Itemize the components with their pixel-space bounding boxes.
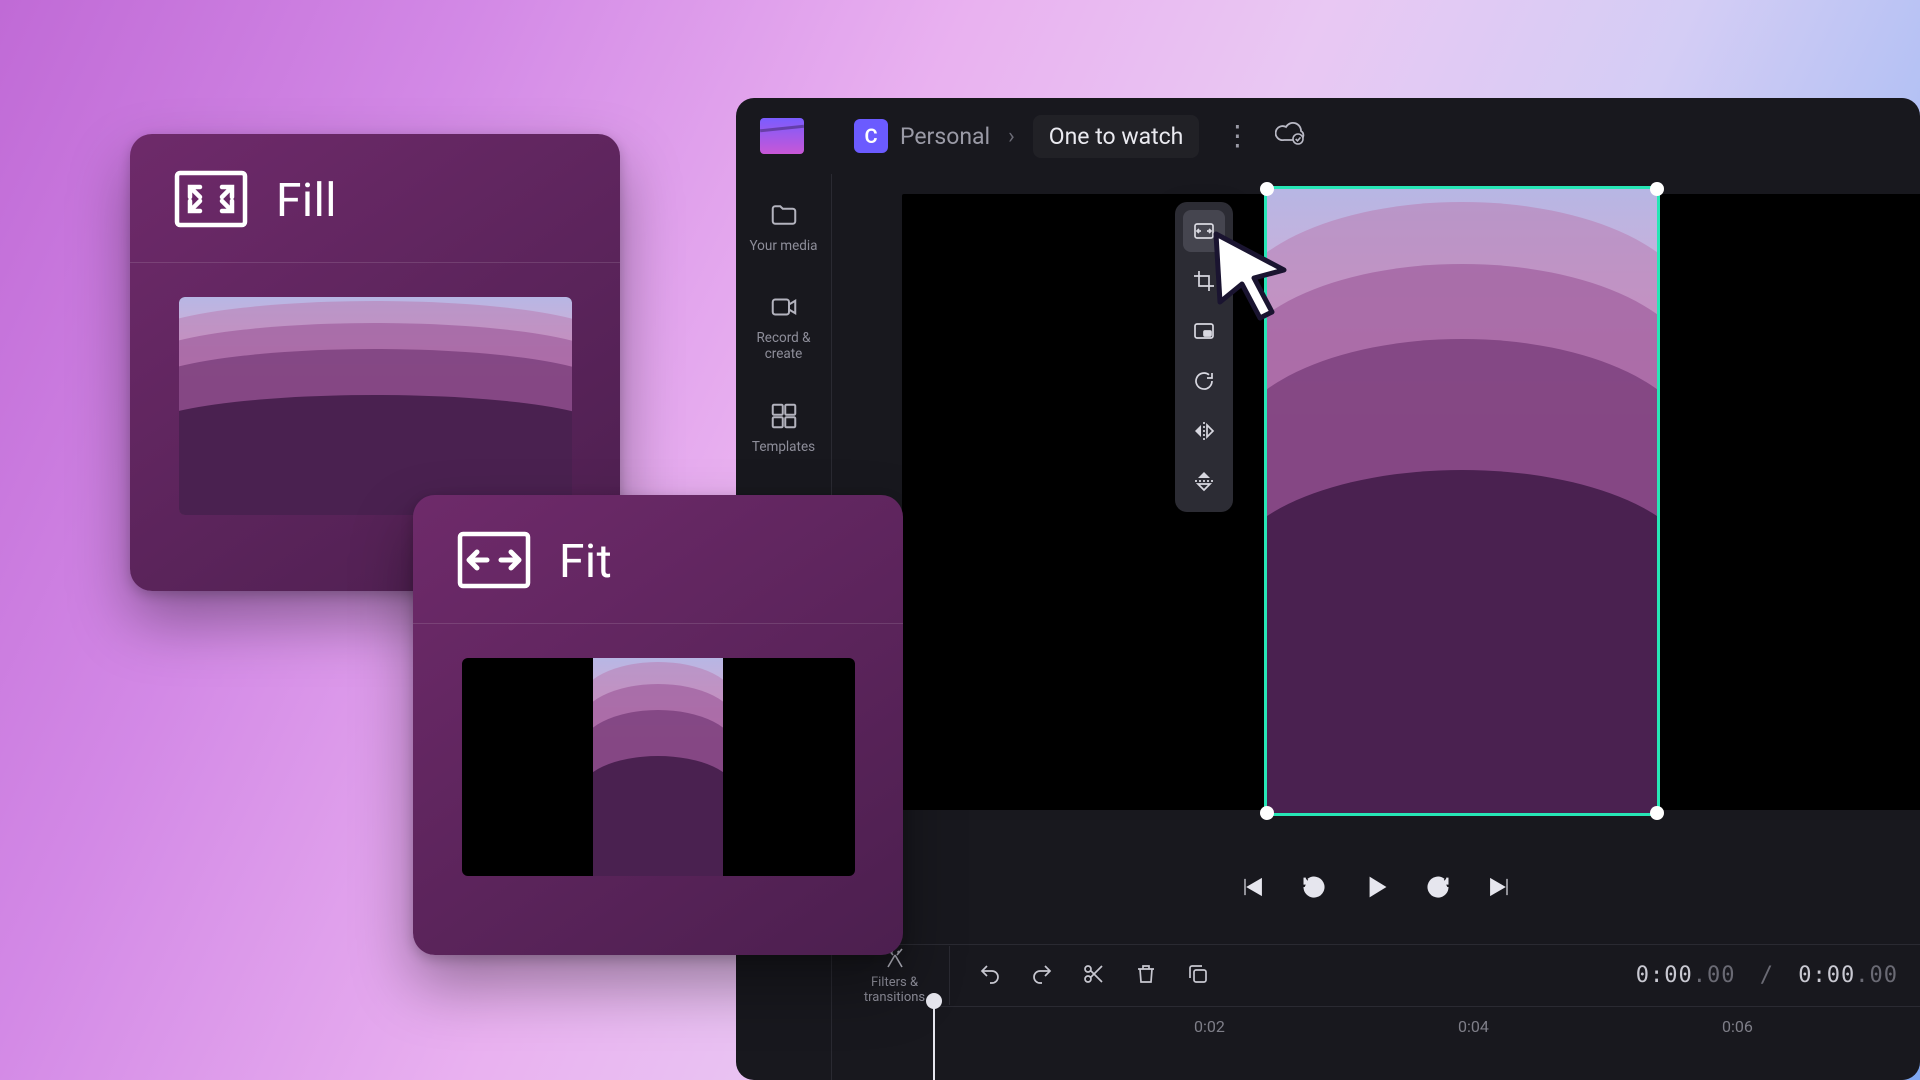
sidebar-item-your-media[interactable]: Your media (736, 182, 831, 274)
fill-preview-thumb (179, 297, 572, 515)
card-title: Fill (276, 174, 337, 228)
sidebar-item-label: Templates (752, 439, 815, 455)
resize-handle-bl[interactable] (1260, 806, 1274, 820)
skip-start-icon[interactable] (1238, 873, 1266, 905)
split-icon[interactable] (1082, 962, 1106, 990)
skip-end-icon[interactable] (1486, 873, 1514, 905)
time-readout: 0:00.00 / 0:00.00 (1636, 963, 1898, 988)
selected-clip[interactable] (1264, 186, 1660, 816)
editor-window: C Personal › One to watch ⋮ Your media R… (736, 98, 1920, 1080)
playhead[interactable] (933, 999, 935, 1080)
chevron-right-icon: › (1008, 124, 1015, 149)
tool-rotate[interactable] (1183, 360, 1225, 402)
sidebar-item-record-create[interactable]: Record & create (736, 274, 831, 382)
skip-back-icon[interactable] (1300, 873, 1328, 905)
card-title: Fit (559, 535, 612, 589)
duplicate-icon[interactable] (1186, 962, 1210, 990)
timeline-ruler[interactable]: 0:02 0:04 0:06 (928, 1006, 1920, 1052)
fill-expand-icon (174, 170, 248, 232)
sidebar-item-label: Record & create (740, 330, 827, 362)
sidebar-item-templates[interactable]: Templates (736, 383, 831, 475)
sidebar-item-label: Filters & transitions (854, 976, 935, 1006)
tool-flip-horizontal[interactable] (1183, 410, 1225, 452)
breadcrumb-project[interactable]: One to watch (1033, 115, 1200, 158)
redo-icon[interactable] (1030, 962, 1054, 990)
breadcrumb-workspace[interactable]: Personal (900, 123, 990, 150)
app-logo-icon[interactable] (760, 118, 804, 154)
workspace-badge[interactable]: C (854, 119, 888, 153)
play-icon[interactable] (1362, 873, 1390, 905)
undo-icon[interactable] (978, 962, 1002, 990)
resize-handle-br[interactable] (1650, 806, 1664, 820)
resize-handle-tr[interactable] (1650, 182, 1664, 196)
canvas-area: Filters & transitions 0:00.00 / 0:00.00 … (832, 174, 1920, 1080)
fit-preview-thumb (462, 658, 855, 876)
resize-handle-tl[interactable] (1260, 182, 1274, 196)
option-card-fit[interactable]: Fit (413, 495, 903, 955)
fit-arrows-icon (457, 531, 531, 593)
cursor-pointer-icon (1210, 230, 1298, 326)
more-vertical-icon[interactable]: ⋮ (1217, 132, 1257, 140)
skip-forward-icon[interactable] (1424, 873, 1452, 905)
ruler-tick: 0:04 (1458, 1017, 1489, 1036)
playback-controls (832, 854, 1920, 924)
sidebar-item-label: Your media (750, 238, 818, 254)
ruler-tick: 0:06 (1722, 1017, 1753, 1036)
cloud-sync-icon[interactable] (1275, 120, 1305, 152)
timeline-toolbar: Filters & transitions 0:00.00 / 0:00.00 (832, 944, 1920, 1006)
ruler-tick: 0:02 (1194, 1017, 1225, 1036)
delete-icon[interactable] (1134, 962, 1158, 990)
tool-flip-vertical[interactable] (1183, 460, 1225, 502)
top-bar: C Personal › One to watch ⋮ (736, 98, 1920, 174)
